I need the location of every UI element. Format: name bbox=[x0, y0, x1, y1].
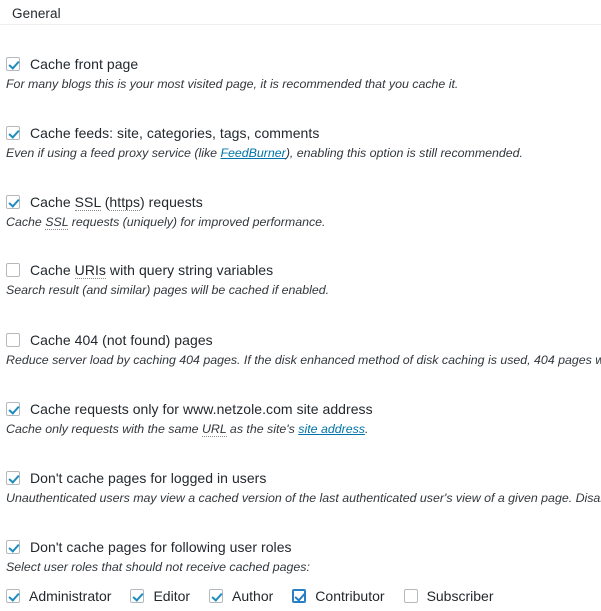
panel-header: General bbox=[0, 0, 601, 25]
checkbox-dont-cache-logged-in[interactable] bbox=[6, 471, 20, 485]
text-run: Unauthenticated users may view a cached … bbox=[6, 491, 601, 505]
role-label-subscriber[interactable]: Subscriber bbox=[427, 587, 494, 605]
option-label-line: Cache 404 (not found) pages bbox=[6, 331, 601, 349]
text-run: requests (uniquely) for improved perform… bbox=[68, 215, 325, 229]
option-label-line: Don't cache pages for following user rol… bbox=[6, 538, 601, 556]
abbreviation: URL bbox=[202, 422, 227, 437]
abbreviation: SSL bbox=[75, 194, 101, 211]
option-label-cache-uris-query-string[interactable]: Cache URIs with query string variables bbox=[30, 261, 273, 279]
abbreviation: URIs bbox=[75, 262, 106, 279]
checkbox-cache-feeds[interactable] bbox=[6, 126, 20, 140]
option-row-dont-cache-user-roles: Don't cache pages for following user rol… bbox=[0, 538, 601, 575]
option-row-cache-uris-query-string: Cache URIs with query string variables Se… bbox=[0, 261, 601, 298]
checkbox-role-contributor[interactable] bbox=[292, 589, 306, 603]
option-description-cache-ssl: Cache SSL requests (uniquely) for improv… bbox=[6, 214, 601, 230]
option-row-dont-cache-logged-in: Don't cache pages for logged in users Una… bbox=[0, 469, 601, 506]
role-item-administrator: Administrator bbox=[6, 587, 111, 605]
user-roles-checkbox-row: Administrator Editor Author Contributor Subs… bbox=[0, 587, 601, 605]
option-description-cache-feeds: Even if using a feed proxy service (like… bbox=[6, 145, 601, 161]
option-label-cache-feeds[interactable]: Cache feeds: site, categories, tags, com… bbox=[30, 124, 319, 142]
abbreviation: SSL bbox=[45, 215, 68, 230]
option-label-cache-front-page[interactable]: Cache front page bbox=[30, 55, 138, 73]
checkbox-cache-uris-query-string[interactable] bbox=[6, 263, 20, 277]
option-label-line: Cache URIs with query string variables bbox=[6, 261, 601, 279]
option-row-cache-feeds: Cache feeds: site, categories, tags, com… bbox=[0, 124, 601, 161]
option-label-cache-ssl[interactable]: Cache SSL (https) requests bbox=[30, 193, 203, 211]
option-description-dont-cache-user-roles: Select user roles that should not receiv… bbox=[6, 559, 601, 575]
checkbox-role-subscriber[interactable] bbox=[404, 589, 418, 603]
option-description-cache-front-page: For many blogs this is your most visited… bbox=[6, 76, 601, 92]
page-title: General bbox=[12, 6, 61, 21]
option-description-dont-cache-logged-in: Unauthenticated users may view a cached … bbox=[6, 490, 601, 506]
option-label-dont-cache-user-roles[interactable]: Don't cache pages for following user rol… bbox=[30, 538, 292, 556]
inline-link[interactable]: FeedBurner bbox=[220, 146, 285, 160]
checkbox-dont-cache-user-roles[interactable] bbox=[6, 540, 20, 554]
option-label-line: Cache requests only for www.netzole.com … bbox=[6, 400, 601, 418]
checkbox-role-editor[interactable] bbox=[130, 589, 144, 603]
text-run: with query string variables bbox=[106, 262, 273, 278]
role-label-contributor[interactable]: Contributor bbox=[315, 587, 384, 605]
option-row-cache-site-address-only: Cache requests only for www.netzole.com … bbox=[0, 400, 601, 437]
checkbox-cache-404[interactable] bbox=[6, 333, 20, 347]
option-description-cache-site-address-only: Cache only requests with the same URL as… bbox=[6, 421, 601, 437]
text-run: For many blogs this is your most visited… bbox=[6, 77, 458, 91]
text-run: ), enabling this option is still recomme… bbox=[286, 146, 523, 160]
option-label-line: Cache front page bbox=[6, 55, 601, 73]
option-row-cache-404: Cache 404 (not found) pages Reduce server… bbox=[0, 331, 601, 368]
text-run: Even if using a feed proxy service (like bbox=[6, 146, 220, 160]
checkbox-cache-ssl[interactable] bbox=[6, 195, 20, 209]
option-label-line: Don't cache pages for logged in users bbox=[6, 469, 601, 487]
inline-link[interactable]: site address bbox=[298, 422, 365, 436]
option-label-line: Cache SSL (https) requests bbox=[6, 193, 601, 211]
abbreviation: https bbox=[109, 194, 140, 211]
role-label-editor[interactable]: Editor bbox=[153, 587, 190, 605]
checkbox-cache-site-address-only[interactable] bbox=[6, 402, 20, 416]
text-run: Search result (and similar) pages will b… bbox=[6, 283, 329, 297]
role-item-subscriber: Subscriber bbox=[404, 587, 494, 605]
role-label-administrator[interactable]: Administrator bbox=[29, 587, 111, 605]
checkbox-role-administrator[interactable] bbox=[6, 589, 20, 603]
checkbox-cache-front-page[interactable] bbox=[6, 57, 20, 71]
text-run: Select user roles that should not receiv… bbox=[6, 560, 310, 574]
text-run: Cache bbox=[6, 215, 45, 229]
option-label-line: Cache feeds: site, categories, tags, com… bbox=[6, 124, 601, 142]
text-run: . bbox=[365, 422, 368, 436]
role-item-editor: Editor bbox=[130, 587, 190, 605]
option-description-cache-uris-query-string: Search result (and similar) pages will b… bbox=[6, 282, 601, 298]
text-run: Reduce server load by caching 404 pages.… bbox=[6, 353, 601, 367]
option-row-cache-ssl: Cache SSL (https) requestsCache SSL requ… bbox=[0, 193, 601, 230]
checkbox-role-author[interactable] bbox=[209, 589, 223, 603]
option-label-dont-cache-logged-in[interactable]: Don't cache pages for logged in users bbox=[30, 469, 266, 487]
option-label-cache-404[interactable]: Cache 404 (not found) pages bbox=[30, 331, 213, 349]
text-run: Cache only requests with the same bbox=[6, 422, 202, 436]
text-run: Cache bbox=[30, 262, 75, 278]
option-description-cache-404: Reduce server load by caching 404 pages.… bbox=[6, 352, 601, 368]
option-row-cache-front-page: Cache front page For many blogs this is y… bbox=[0, 55, 601, 92]
text-run: ) requests bbox=[140, 194, 203, 210]
role-item-contributor: Contributor bbox=[292, 587, 384, 605]
text-run: Cache bbox=[30, 194, 75, 210]
role-item-author: Author bbox=[209, 587, 273, 605]
option-label-cache-site-address-only[interactable]: Cache requests only for www.netzole.com … bbox=[30, 400, 373, 418]
role-label-author[interactable]: Author bbox=[232, 587, 273, 605]
text-run: as the site's bbox=[227, 422, 299, 436]
